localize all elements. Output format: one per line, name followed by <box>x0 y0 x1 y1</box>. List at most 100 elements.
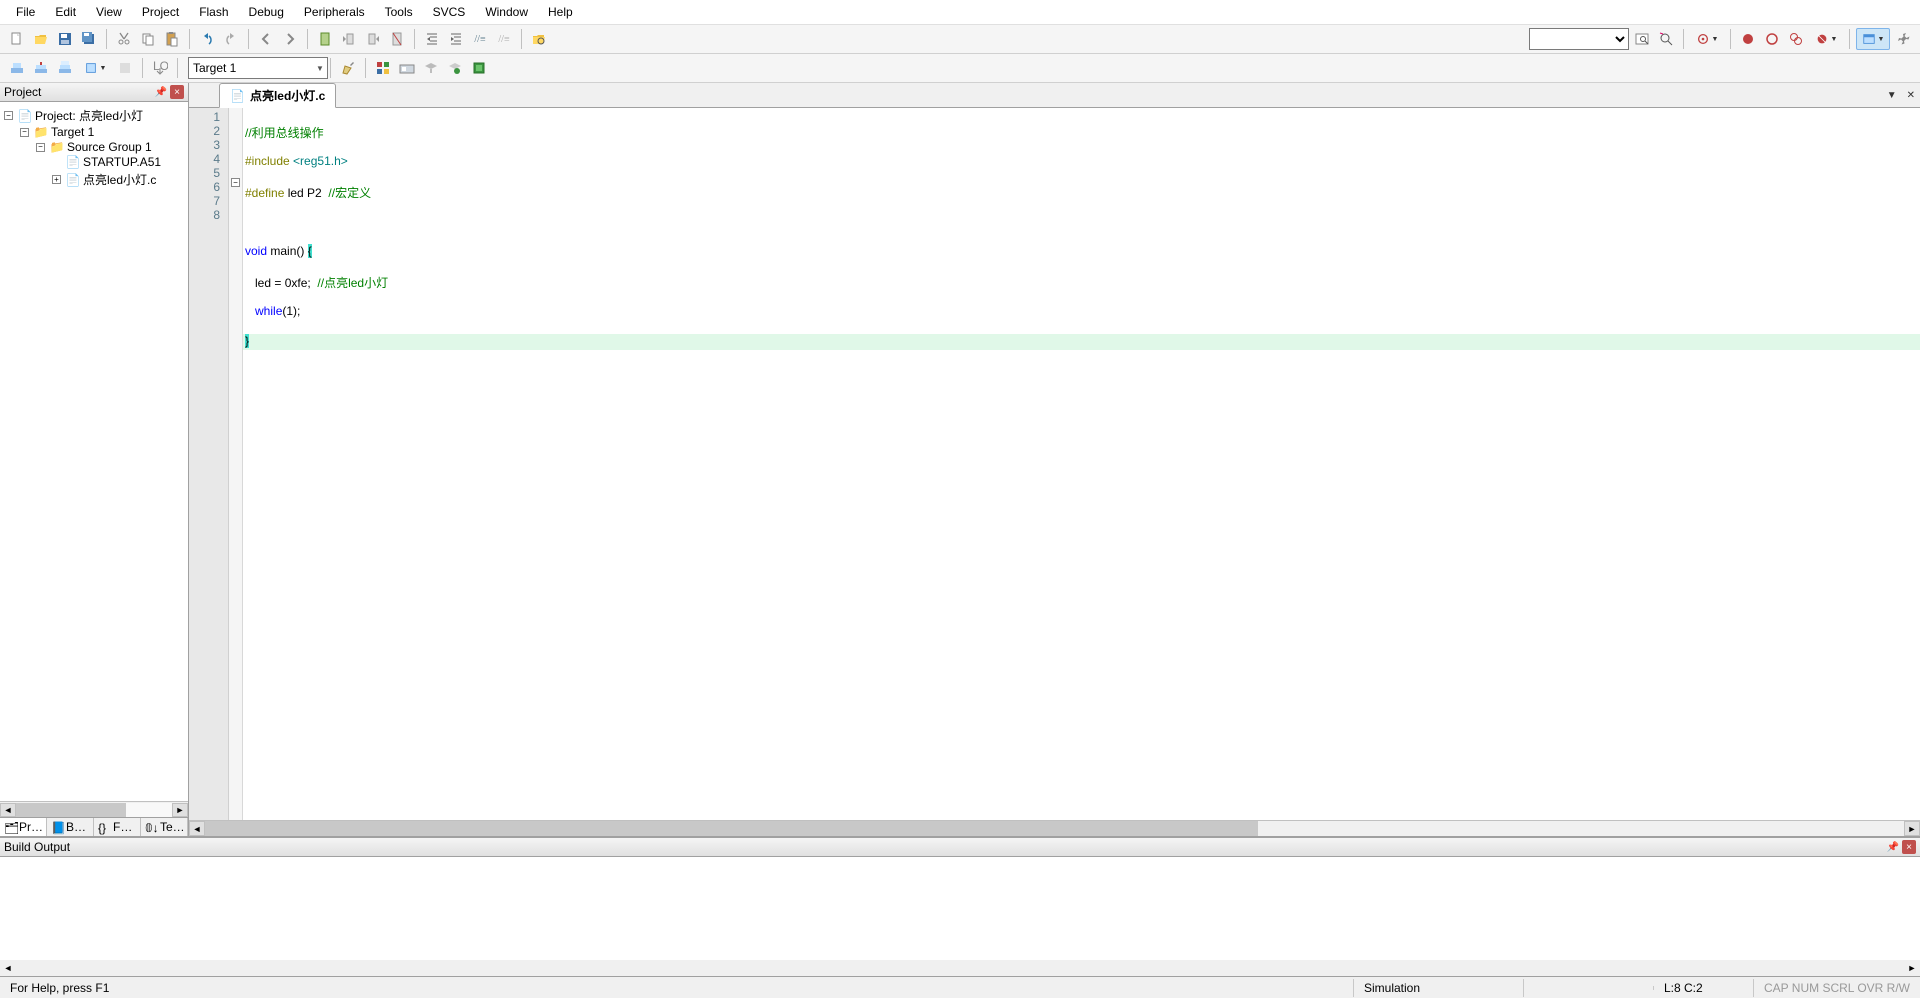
pin-icon[interactable]: 📌 <box>154 85 168 99</box>
separator <box>414 29 415 49</box>
menu-file[interactable]: File <box>6 2 45 22</box>
menu-window[interactable]: Window <box>475 2 538 22</box>
separator <box>1849 29 1850 49</box>
menu-project[interactable]: Project <box>132 2 189 22</box>
project-panel-tabs: 🗂Pr… 📘B… {}F… 𝟘↓Te… <box>0 817 188 836</box>
menu-flash[interactable]: Flash <box>189 2 238 22</box>
nav-back-button[interactable] <box>255 28 277 50</box>
menu-peripherals[interactable]: Peripherals <box>294 2 375 22</box>
project-tree[interactable]: −📄Project: 点亮led小灯 −📁Target 1 −📁Source G… <box>0 102 188 801</box>
menu-edit[interactable]: Edit <box>45 2 86 22</box>
menu-tools[interactable]: Tools <box>375 2 423 22</box>
editor-close-icon[interactable]: ✕ <box>1902 88 1920 103</box>
tree-target[interactable]: Target 1 <box>51 125 94 139</box>
breakpoint-kill-button[interactable]: ▼ <box>1809 28 1843 50</box>
build-output-body[interactable] <box>0 857 1920 960</box>
new-file-button[interactable] <box>6 28 28 50</box>
fold-gutter[interactable]: − <box>229 108 243 820</box>
tree-file[interactable]: 点亮led小灯.c <box>83 171 156 188</box>
select-packs-button[interactable] <box>468 57 490 79</box>
scroll-right-icon[interactable]: ► <box>172 803 188 817</box>
status-mode: Simulation <box>1354 979 1524 997</box>
menu-view[interactable]: View <box>86 2 132 22</box>
save-all-button[interactable] <box>78 28 100 50</box>
uncomment-button[interactable]: //≡ <box>493 28 515 50</box>
tab-functions[interactable]: {}F… <box>94 818 141 836</box>
editor-hscroll[interactable]: ◄ ► <box>189 820 1920 836</box>
editor-dropdown-icon[interactable]: ▼ <box>1882 88 1902 103</box>
save-button[interactable] <box>54 28 76 50</box>
breakpoint-disable-all-button[interactable] <box>1785 28 1807 50</box>
open-file-button[interactable] <box>30 28 52 50</box>
project-icon: 📄 <box>18 109 32 123</box>
folder-icon: 📁 <box>50 140 64 154</box>
cut-button[interactable] <box>113 28 135 50</box>
configure-button[interactable] <box>1892 28 1914 50</box>
scroll-right-icon[interactable]: ► <box>1904 821 1920 836</box>
breakpoint-insert-button[interactable] <box>1737 28 1759 50</box>
file-icon: 📄 <box>66 155 80 169</box>
find-combo[interactable] <box>1529 28 1629 50</box>
manage-books-button[interactable] <box>420 57 442 79</box>
menu-debug[interactable]: Debug <box>239 2 294 22</box>
bookmark-clear-button[interactable] <box>386 28 408 50</box>
close-icon[interactable]: × <box>1902 840 1916 854</box>
translate-button[interactable] <box>6 57 28 79</box>
unindent-button[interactable] <box>445 28 467 50</box>
books-tab-icon: 📘 <box>51 821 63 833</box>
close-icon[interactable]: × <box>170 85 184 99</box>
toolbar-main: //≡ //≡ ▼ ▼ ▼ <box>0 25 1920 54</box>
tab-books[interactable]: 📘B… <box>47 818 94 836</box>
bookmark-toggle-button[interactable] <box>314 28 336 50</box>
download-button[interactable]: LOAD <box>149 57 171 79</box>
incremental-find-button[interactable] <box>1655 28 1677 50</box>
line-gutter: 12345678 <box>189 108 229 820</box>
target-select[interactable] <box>188 57 328 79</box>
indent-button[interactable] <box>421 28 443 50</box>
tree-project[interactable]: Project: 点亮led小灯 <box>35 107 143 124</box>
separator <box>330 58 331 78</box>
target-options-button[interactable] <box>337 57 359 79</box>
menu-help[interactable]: Help <box>538 2 583 22</box>
rebuild-button[interactable] <box>54 57 76 79</box>
project-panel: Project 📌 × −📄Project: 点亮led小灯 −📁Target … <box>0 83 189 836</box>
undo-button[interactable] <box>196 28 218 50</box>
pin-icon[interactable]: 📌 <box>1886 840 1900 854</box>
debug-button[interactable]: ▼ <box>1690 28 1724 50</box>
editor-tab[interactable]: 📄 点亮led小灯.c <box>219 83 336 108</box>
separator <box>1683 29 1684 49</box>
copy-button[interactable] <box>137 28 159 50</box>
tab-project[interactable]: 🗂Pr… <box>0 818 47 836</box>
build-button[interactable] <box>30 57 52 79</box>
tab-templates[interactable]: 𝟘↓Te… <box>141 818 188 836</box>
code-editor[interactable]: 12345678 − //利用总线操作 #include <reg51.h> #… <box>189 108 1920 820</box>
scroll-left-icon[interactable]: ◄ <box>0 803 16 817</box>
scroll-right-icon[interactable]: ► <box>1904 960 1920 976</box>
build-output-hscroll[interactable]: ◄ ► <box>0 960 1920 976</box>
tree-file[interactable]: STARTUP.A51 <box>83 155 161 169</box>
bookmark-prev-button[interactable] <box>338 28 360 50</box>
code-content[interactable]: //利用总线操作 #include <reg51.h> #define led … <box>243 108 1920 820</box>
manage-multi-project-button[interactable] <box>396 57 418 79</box>
paste-button[interactable] <box>161 28 183 50</box>
project-hscroll[interactable]: ◄ ► <box>0 801 188 817</box>
batch-build-button[interactable]: ▼ <box>78 57 112 79</box>
separator <box>142 58 143 78</box>
find-in-files-button[interactable] <box>528 28 550 50</box>
menu-svcs[interactable]: SVCS <box>423 2 476 22</box>
tree-group[interactable]: Source Group 1 <box>67 140 152 154</box>
comment-button[interactable]: //≡ <box>469 28 491 50</box>
status-indicators: CAP NUM SCRL OVR R/W <box>1754 979 1920 997</box>
scroll-left-icon[interactable]: ◄ <box>189 821 205 836</box>
bookmark-next-button[interactable] <box>362 28 384 50</box>
stop-build-button[interactable] <box>114 57 136 79</box>
nav-forward-button[interactable] <box>279 28 301 50</box>
file-extensions-button[interactable] <box>372 57 394 79</box>
window-layout-button[interactable]: ▼ <box>1856 28 1890 50</box>
manage-rte-button[interactable] <box>444 57 466 79</box>
redo-button[interactable] <box>220 28 242 50</box>
scroll-left-icon[interactable]: ◄ <box>0 960 16 976</box>
breakpoint-disable-button[interactable] <box>1761 28 1783 50</box>
find-button[interactable] <box>1631 28 1653 50</box>
status-empty <box>1524 986 1654 990</box>
